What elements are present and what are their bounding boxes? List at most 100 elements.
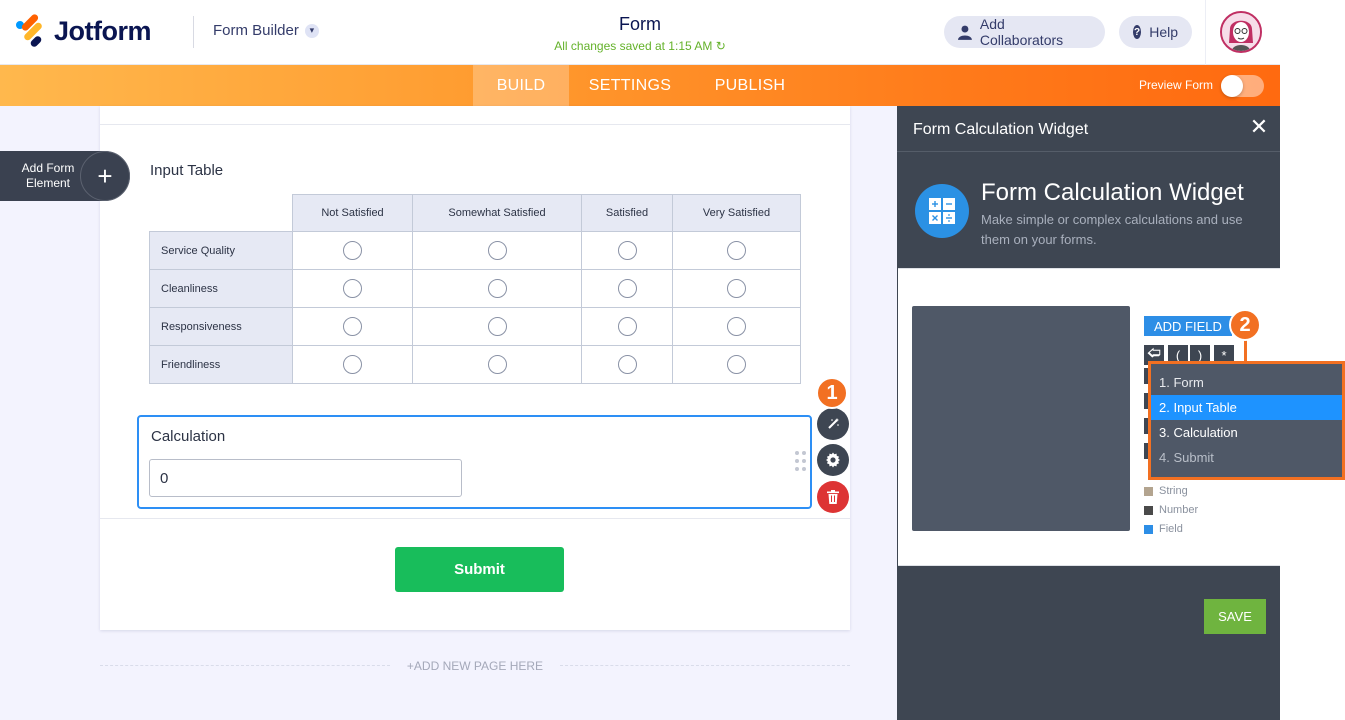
- radio-button[interactable]: [727, 355, 746, 374]
- submit-button[interactable]: Submit: [395, 547, 564, 592]
- save-status-text: All changes saved at 1:15 AM: [554, 39, 713, 53]
- radio-button[interactable]: [727, 317, 746, 336]
- dropdown-item-submit[interactable]: 4. Submit: [1151, 445, 1342, 470]
- save-button[interactable]: SAVE: [1204, 599, 1266, 634]
- help-button[interactable]: ? Help: [1119, 16, 1192, 48]
- table-cell: [672, 345, 801, 384]
- wizard-button[interactable]: [817, 408, 849, 440]
- dropdown-item-form[interactable]: 1. Form: [1151, 370, 1342, 395]
- table-cell: [412, 345, 582, 384]
- delete-button[interactable]: [817, 481, 849, 513]
- form-builder-dropdown[interactable]: Form Builder ▾: [213, 22, 319, 39]
- legend-field: Field: [1144, 523, 1183, 535]
- help-icon: ?: [1133, 25, 1142, 39]
- input-table-label: Input Table: [150, 162, 224, 179]
- preview-form-toggle[interactable]: [1221, 75, 1264, 97]
- radio-button[interactable]: [343, 279, 362, 298]
- legend-swatch: [1144, 505, 1153, 515]
- legend-label: String: [1159, 485, 1188, 497]
- form-builder-label: Form Builder: [213, 22, 299, 39]
- radio-button[interactable]: [617, 317, 637, 336]
- tab-build[interactable]: BUILD: [473, 65, 569, 106]
- header-divider-right: [1205, 0, 1206, 65]
- tab-settings[interactable]: SETTINGS: [580, 65, 680, 106]
- column-header: Satisfied: [581, 194, 673, 232]
- section-divider: [100, 124, 850, 125]
- row-label: Service Quality: [149, 231, 293, 270]
- logo-text: Jotform: [54, 16, 152, 46]
- gear-icon: [826, 452, 840, 468]
- properties-button[interactable]: [817, 444, 849, 476]
- radio-button[interactable]: [617, 355, 637, 374]
- tab-build-label: BUILD: [496, 76, 546, 94]
- table-row: Friendliness: [149, 345, 801, 384]
- radio-button[interactable]: [727, 241, 746, 260]
- avatar-illustration-icon: [1222, 13, 1260, 51]
- panel-header: Form Calculation Widget ✕: [897, 106, 1280, 152]
- add-field-button[interactable]: ADD FIELD: [1144, 316, 1232, 336]
- jotform-logo[interactable]: Jotform: [14, 12, 152, 48]
- column-header: Not Satisfied: [292, 194, 413, 232]
- radio-button[interactable]: [487, 241, 507, 260]
- table-cell: [292, 307, 413, 346]
- legend-number: Number: [1144, 504, 1198, 516]
- refresh-icon: ↻: [715, 39, 726, 53]
- step-badge-1: 1: [816, 377, 848, 409]
- jotform-logo-icon: [14, 12, 46, 48]
- preview-form-label: Preview Form: [1139, 78, 1214, 92]
- table-cell: [292, 269, 413, 308]
- table-row: Service Quality: [149, 231, 801, 270]
- table-cell: [672, 231, 801, 270]
- top-header: Jotform Form Builder ▾ Form All changes …: [0, 0, 1280, 65]
- radio-button[interactable]: [343, 355, 362, 374]
- calculator-icon: [915, 184, 969, 238]
- user-icon: [958, 25, 972, 40]
- calculation-label: Calculation: [151, 428, 226, 445]
- radio-button[interactable]: [343, 317, 362, 336]
- radio-button[interactable]: [487, 317, 507, 336]
- table-corner: [149, 194, 293, 232]
- column-header: Somewhat Satisfied: [412, 194, 582, 232]
- table-cell: [672, 269, 801, 308]
- close-icon[interactable]: ✕: [1249, 116, 1269, 138]
- callout-line: [1244, 340, 1247, 362]
- calculation-input[interactable]: 0: [149, 459, 462, 497]
- tab-publish-label: PUBLISH: [714, 76, 786, 94]
- add-form-element-button[interactable]: Add Form Element +: [0, 151, 130, 201]
- add-new-page[interactable]: +ADD NEW PAGE HERE: [100, 659, 850, 673]
- toggle-knob: [1221, 75, 1243, 97]
- radio-button[interactable]: [343, 241, 362, 260]
- column-header: Very Satisfied: [672, 194, 801, 232]
- plus-icon: +: [80, 151, 130, 201]
- avatar[interactable]: [1220, 11, 1262, 53]
- save-status: All changes saved at 1:15 AM ↻: [490, 39, 790, 53]
- table-cell: [292, 345, 413, 384]
- formula-editor[interactable]: [912, 306, 1130, 531]
- radio-button[interactable]: [487, 279, 507, 298]
- add-collaborators-button[interactable]: Add Collaborators: [944, 16, 1105, 48]
- radio-button[interactable]: [617, 241, 637, 260]
- form-title[interactable]: Form: [540, 14, 740, 35]
- table-cell: [672, 307, 801, 346]
- tab-publish[interactable]: PUBLISH: [704, 65, 796, 106]
- input-table: Not Satisfied Somewhat Satisfied Satisfi…: [149, 194, 801, 384]
- dashed-divider: [100, 665, 390, 666]
- header-divider: [193, 16, 194, 48]
- dropdown-item-input-table[interactable]: 2. Input Table: [1151, 395, 1342, 420]
- table-row: Responsiveness: [149, 307, 801, 346]
- step-badge-2: 2: [1229, 309, 1261, 341]
- table-cell: [412, 231, 582, 270]
- table-header-row: Not Satisfied Somewhat Satisfied Satisfi…: [149, 194, 801, 232]
- table-cell: [581, 345, 673, 384]
- row-label: Friendliness: [149, 345, 293, 384]
- dropdown-item-calculation[interactable]: 3. Calculation: [1151, 420, 1342, 445]
- dashed-divider: [560, 665, 850, 666]
- calculation-field[interactable]: Calculation 0: [137, 415, 812, 509]
- drag-handle-icon[interactable]: [795, 451, 807, 473]
- builder-nav-bar: BUILD SETTINGS PUBLISH Preview Form: [0, 65, 1280, 106]
- trash-icon: [827, 490, 839, 504]
- radio-button[interactable]: [487, 355, 507, 374]
- radio-button[interactable]: [727, 279, 746, 298]
- panel-header-title: Form Calculation Widget: [913, 121, 1089, 138]
- radio-button[interactable]: [617, 279, 637, 298]
